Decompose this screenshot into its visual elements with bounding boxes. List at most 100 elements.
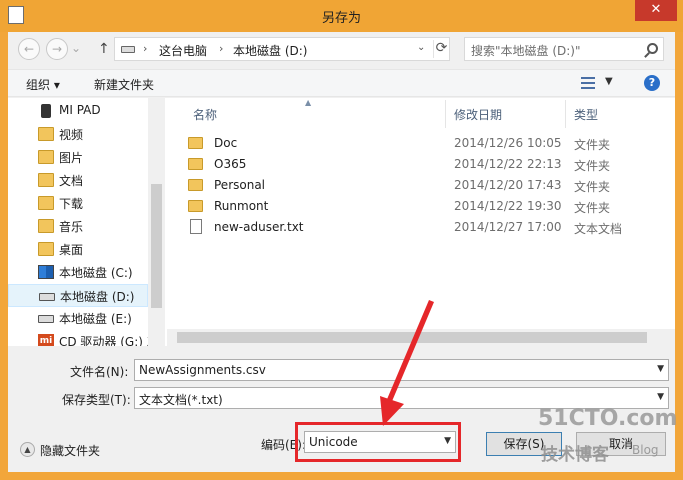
system-drive-icon [38, 265, 54, 279]
nav-item-mi-pad[interactable]: MI PAD [8, 100, 148, 123]
file-list: ▲ 名称 修改日期 类型 Doc 2014/12/26 10:05 文件夹 O3… [167, 98, 675, 346]
documents-folder-icon [38, 173, 54, 187]
filetype-label: 保存类型(T): [62, 393, 131, 407]
new-folder-button[interactable]: 新建文件夹 [94, 76, 154, 93]
file-type: 文件夹 [574, 201, 611, 215]
hide-folders-label[interactable]: 隐藏文件夹 [40, 442, 100, 459]
nav-item-label: 音乐 [59, 220, 84, 234]
chevron-down-icon[interactable]: ▼ [657, 364, 664, 374]
nav-item-label: 图片 [59, 151, 84, 165]
back-button[interactable]: ← [18, 38, 40, 60]
file-name: Doc [214, 136, 238, 150]
browser-pane: MI PAD 视频 图片 文档 下载 音乐 桌面 本地磁盘 (C:) 本地磁盘 … [8, 98, 675, 346]
breadcrumb-drive-d[interactable]: 本地磁盘 (D:) [233, 42, 307, 59]
column-divider[interactable] [445, 100, 446, 128]
address-bar[interactable]: › 这台电脑 › 本地磁盘 (D:) ⌄ ⟳ [114, 37, 450, 61]
file-row-o365[interactable]: O365 2014/12/22 22:13 文件夹 [167, 154, 675, 175]
file-name: Runmont [214, 199, 269, 213]
nav-item-videos[interactable]: 视频 [8, 123, 148, 146]
watermark-blog: Blog [632, 443, 659, 457]
address-dropdown-icon[interactable]: ⌄ [417, 42, 425, 53]
file-row-personal[interactable]: Personal 2014/12/20 17:43 文件夹 [167, 175, 675, 196]
file-type: 文本文档 [574, 222, 623, 236]
folder-icon [188, 158, 203, 170]
breadcrumb-separator: › [143, 42, 148, 55]
file-name: new-aduser.txt [214, 220, 304, 234]
chevron-down-icon[interactable]: ▼ [444, 436, 451, 446]
filename-label: 文件名(N): [70, 365, 129, 379]
column-divider[interactable] [565, 100, 566, 128]
file-type: 文件夹 [574, 138, 611, 152]
watermark-tech-blog: 技术博客 [541, 445, 609, 465]
sort-ascending-icon: ▲ [305, 98, 312, 107]
command-toolbar: 组织 ▾ 新建文件夹 ▼ ? [8, 69, 675, 97]
column-header-date[interactable]: 修改日期 [454, 106, 502, 123]
phone-icon [41, 104, 51, 118]
folder-icon [188, 179, 203, 191]
close-button[interactable]: ✕ [635, 0, 677, 21]
file-row-runmont[interactable]: Runmont 2014/12/22 19:30 文件夹 [167, 196, 675, 217]
nav-item-label: MI PAD [59, 103, 101, 117]
window-title: 另存为 [321, 11, 361, 26]
nav-item-drive-c[interactable]: 本地磁盘 (C:) [8, 261, 148, 284]
nav-item-label: 本地磁盘 (E:) [59, 312, 132, 326]
organize-menu[interactable]: 组织 ▾ [26, 76, 60, 93]
views-dropdown-icon[interactable]: ▼ [605, 76, 613, 87]
nav-item-label: 本地磁盘 (D:) [60, 290, 135, 304]
nav-item-label: 本地磁盘 (C:) [59, 266, 133, 280]
nav-scrollbar[interactable] [148, 98, 165, 346]
nav-scrollbar-thumb[interactable] [151, 184, 162, 308]
file-type: 文件夹 [574, 180, 611, 194]
nav-item-cd-drive[interactable]: mi CD 驱动器 (G:) X [8, 330, 155, 346]
file-row-new-aduser[interactable]: new-aduser.txt 2014/12/27 17:00 文本文档 [167, 217, 675, 238]
column-header-type[interactable]: 类型 [574, 106, 598, 123]
watermark-51cto: 51CTO.com [538, 406, 678, 431]
music-folder-icon [38, 219, 54, 233]
encoding-value: Unicode [309, 435, 358, 449]
encoding-select[interactable]: Unicode ▼ [304, 431, 456, 453]
folder-icon [188, 137, 203, 149]
nav-item-drive-d[interactable]: 本地磁盘 (D:) [8, 284, 148, 307]
nav-item-documents[interactable]: 文档 [8, 169, 148, 192]
file-date: 2014/12/27 17:00 [454, 220, 562, 234]
filename-field[interactable]: NewAssignments.csv ▼ [134, 359, 669, 381]
title-bar: 另存为 ✕ [0, 0, 683, 32]
text-file-icon [190, 219, 202, 234]
filetype-value: 文本文档(*.txt) [139, 393, 223, 407]
help-icon[interactable]: ? [644, 75, 660, 91]
file-row-doc[interactable]: Doc 2014/12/26 10:05 文件夹 [167, 133, 675, 154]
horizontal-scrollbar-thumb[interactable] [177, 332, 647, 343]
nav-item-downloads[interactable]: 下载 [8, 192, 148, 215]
nav-item-music[interactable]: 音乐 [8, 215, 148, 238]
forward-button[interactable]: → [46, 38, 68, 60]
nav-item-label: 下载 [59, 197, 84, 211]
chevron-down-icon[interactable]: ▼ [657, 392, 664, 402]
nav-item-pictures[interactable]: 图片 [8, 146, 148, 169]
file-list-horizontal-scrollbar[interactable] [167, 329, 675, 346]
nav-item-desktop[interactable]: 桌面 [8, 238, 148, 261]
column-header-name[interactable]: 名称 [193, 106, 217, 123]
refresh-button[interactable]: ⟳ [433, 40, 449, 58]
nav-item-drive-e[interactable]: 本地磁盘 (E:) [8, 307, 148, 330]
nav-item-label: CD 驱动器 (G:) X [59, 335, 155, 346]
desktop-folder-icon [38, 242, 54, 256]
drive-icon [38, 315, 54, 323]
nav-item-label: 桌面 [59, 243, 84, 257]
views-icon[interactable] [581, 77, 595, 89]
nav-item-label: 视频 [59, 128, 84, 142]
recent-locations-dropdown[interactable]: ⌄ [70, 38, 82, 60]
search-icon[interactable] [647, 43, 658, 54]
pictures-folder-icon [38, 150, 54, 164]
downloads-folder-icon [38, 196, 54, 210]
collapse-arrow-icon[interactable]: ▲ [20, 442, 35, 457]
folder-icon [188, 200, 203, 212]
search-input[interactable]: 搜索"本地磁盘 (D:)" [471, 42, 581, 59]
search-box[interactable]: 搜索"本地磁盘 (D:)" [464, 37, 664, 61]
breadcrumb-this-pc[interactable]: 这台电脑 [159, 42, 207, 59]
drive-icon [121, 46, 135, 53]
up-button[interactable]: ↑ [98, 41, 110, 57]
mi-cd-drive-icon: mi [38, 334, 54, 346]
file-date: 2014/12/26 10:05 [454, 136, 562, 150]
filename-input[interactable]: NewAssignments.csv [139, 363, 266, 377]
navigation-pane: MI PAD 视频 图片 文档 下载 音乐 桌面 本地磁盘 (C:) 本地磁盘 … [8, 98, 166, 346]
